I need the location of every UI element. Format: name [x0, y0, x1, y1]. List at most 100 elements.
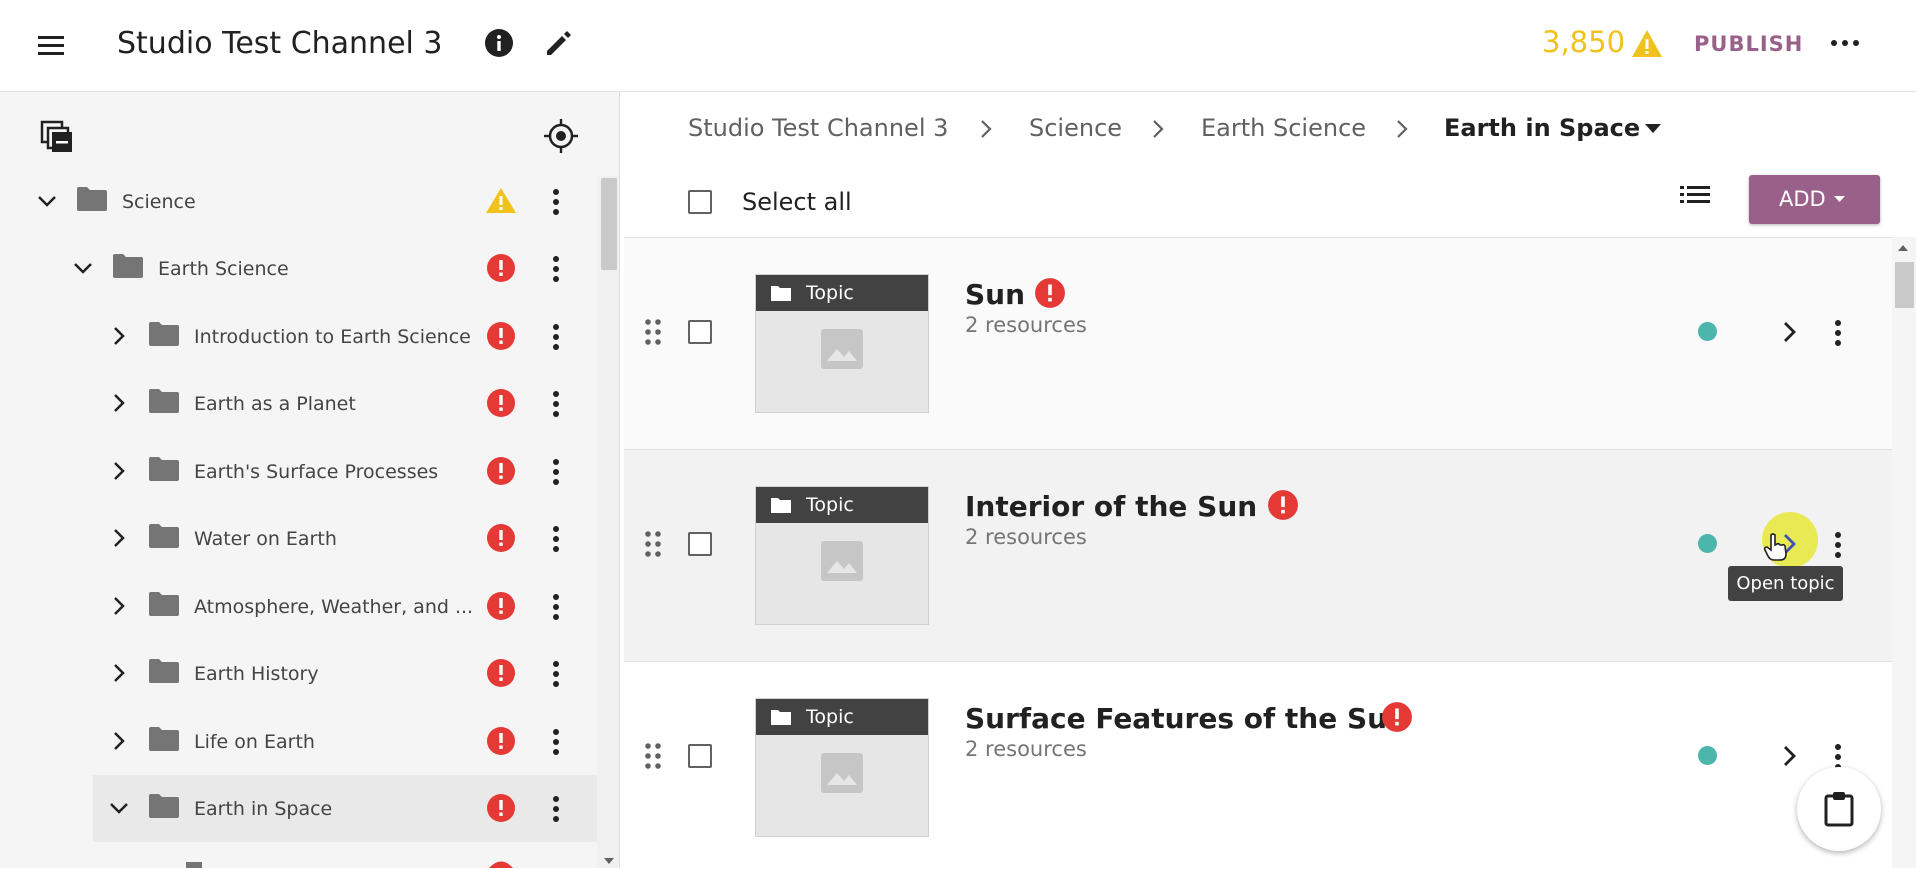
select-all-checkbox[interactable]: [688, 190, 712, 214]
tree-item-earth-history[interactable]: Earth History: [0, 640, 597, 707]
publish-button[interactable]: PUBLISH: [1694, 32, 1803, 56]
chevron-right-icon[interactable]: [1779, 744, 1799, 768]
folder-icon: [76, 186, 108, 212]
tree-item-science[interactable]: Science: [0, 168, 597, 235]
channel-title: Studio Test Channel 3: [117, 26, 443, 61]
topic-title[interactable]: Surface Features of the Sun: [965, 702, 1407, 735]
folder-icon: [148, 456, 180, 482]
tree-item-label: Earth in Space: [194, 797, 333, 820]
edit-icon[interactable]: [543, 27, 575, 59]
tree-item-label: Earth's Surface Processes: [194, 460, 439, 483]
more-vertical-icon[interactable]: [1834, 531, 1842, 559]
scroll-up-arrow-icon[interactable]: [1898, 244, 1908, 251]
tree-item-earth-in-space[interactable]: Earth in Space: [93, 775, 597, 842]
chevron-right-icon[interactable]: [108, 325, 130, 347]
chevron-right-icon[interactable]: [108, 595, 130, 617]
more-vertical-icon[interactable]: [552, 728, 560, 756]
topic-badge-label: Topic: [806, 706, 854, 728]
chevron-right-icon[interactable]: [108, 460, 130, 482]
topic-checkbox[interactable]: [688, 744, 712, 768]
error-icon: [486, 861, 516, 868]
tree-item-label: Introduction to Earth Science: [194, 325, 471, 348]
more-vertical-icon[interactable]: [1834, 319, 1842, 347]
sidebar-scroll-thumb[interactable]: [601, 178, 617, 270]
status-dot: [1698, 322, 1717, 341]
folder-icon: [148, 793, 180, 819]
add-button-label: ADD: [1779, 187, 1826, 211]
error-icon: [1267, 489, 1299, 521]
topic-title[interactable]: Interior of the Sun: [965, 490, 1257, 523]
image-placeholder-icon: [821, 753, 863, 793]
tree-item-water-on-earth[interactable]: Water on Earth: [0, 505, 597, 572]
chevron-right-icon[interactable]: [108, 392, 130, 414]
collapse-all-icon[interactable]: [40, 120, 74, 154]
more-vertical-icon[interactable]: [552, 390, 560, 418]
breadcrumb-earth-science[interactable]: Earth Science: [1201, 114, 1366, 142]
drag-handle-icon[interactable]: [644, 318, 662, 346]
error-icon: [486, 388, 516, 418]
folder-icon: [148, 388, 180, 414]
caret-down-icon[interactable]: [1645, 124, 1661, 134]
tree-item-label: Earth as a Planet: [194, 392, 356, 415]
folder-icon: [148, 321, 180, 347]
more-vertical-icon[interactable]: [552, 593, 560, 621]
more-vertical-icon[interactable]: [552, 660, 560, 688]
clipboard-button[interactable]: [1797, 767, 1881, 851]
more-vertical-icon[interactable]: [552, 795, 560, 823]
sidebar-scrollbar[interactable]: [597, 176, 619, 868]
chevron-right-icon[interactable]: [108, 730, 130, 752]
list-view-icon[interactable]: [1680, 184, 1710, 206]
error-icon: [1034, 277, 1066, 309]
tree-item-earth-science[interactable]: Earth Science: [0, 235, 597, 302]
tree-item-label: Atmosphere, Weather, and ...: [194, 595, 474, 618]
locate-icon[interactable]: [543, 118, 579, 154]
drag-handle-icon[interactable]: [644, 742, 662, 770]
topic-row-surface-features-of-the-sun[interactable]: Topic Surface Features of the Sun 2 reso…: [624, 662, 1892, 869]
chevron-right-icon[interactable]: [1779, 320, 1799, 344]
error-icon: [486, 321, 516, 351]
more-vertical-icon[interactable]: [552, 525, 560, 553]
more-vertical-icon[interactable]: [552, 458, 560, 486]
topic-checkbox[interactable]: [688, 532, 712, 556]
topic-title[interactable]: Sun: [965, 278, 1025, 311]
chevron-right-icon[interactable]: [108, 527, 130, 549]
tree-item-life-on-earth[interactable]: Life on Earth: [0, 708, 597, 775]
tree-item-label: Science: [122, 190, 196, 213]
drag-handle-icon[interactable]: [644, 530, 662, 558]
chevron-down-icon[interactable]: [108, 797, 130, 819]
more-vertical-icon[interactable]: [552, 255, 560, 283]
menu-icon[interactable]: [36, 30, 66, 60]
more-horizontal-icon[interactable]: [1830, 33, 1860, 53]
chevron-right-icon: [977, 118, 995, 140]
caret-down-icon: [1834, 196, 1845, 203]
folder-icon: [186, 862, 202, 868]
tree-item-atmosphere-weather[interactable]: Atmosphere, Weather, and ...: [0, 573, 597, 640]
main-scrollbar[interactable]: [1892, 237, 1916, 868]
chevron-down-icon[interactable]: [72, 257, 94, 279]
topic-checkbox[interactable]: [688, 320, 712, 344]
add-button[interactable]: ADD: [1749, 175, 1880, 224]
tree-item-earths-surface-processes[interactable]: Earth's Surface Processes: [0, 438, 597, 505]
topic-list: Topic Sun 2 resources Topic Interior of …: [624, 237, 1892, 869]
breadcrumb-channel[interactable]: Studio Test Channel 3: [688, 114, 948, 142]
breadcrumb-science[interactable]: Science: [1029, 114, 1122, 142]
tree-item-earth-as-a-planet[interactable]: Earth as a Planet: [0, 370, 597, 437]
info-icon[interactable]: [484, 28, 514, 58]
main-scroll-thumb[interactable]: [1895, 262, 1914, 308]
more-vertical-icon[interactable]: [552, 323, 560, 351]
topic-badge-label: Topic: [806, 282, 854, 304]
chevron-down-icon[interactable]: [36, 190, 58, 212]
scroll-down-arrow-icon[interactable]: [604, 858, 614, 865]
topic-row-interior-of-the-sun[interactable]: Topic Interior of the Sun 2 resources: [624, 450, 1892, 662]
topic-row-sun[interactable]: Topic Sun 2 resources: [624, 238, 1892, 450]
folder-icon: [770, 284, 792, 302]
topic-thumbnail[interactable]: Topic: [755, 274, 929, 413]
topic-thumbnail[interactable]: Topic: [755, 698, 929, 837]
error-icon: [486, 523, 516, 553]
chevron-right-icon[interactable]: [108, 662, 130, 684]
tree-item-introduction-to-earth-science[interactable]: Introduction to Earth Science: [0, 303, 597, 370]
status-dot: [1698, 746, 1717, 765]
breadcrumb-current: Earth in Space: [1444, 114, 1641, 142]
more-vertical-icon[interactable]: [552, 188, 560, 216]
topic-thumbnail[interactable]: Topic: [755, 486, 929, 625]
